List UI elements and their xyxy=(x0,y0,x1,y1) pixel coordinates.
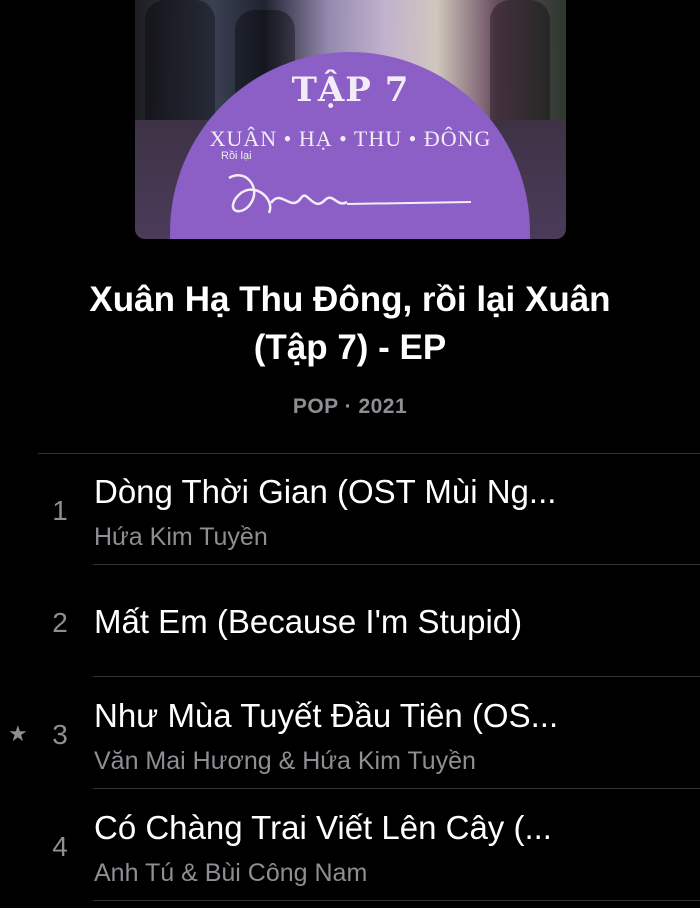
track-number: 1 xyxy=(52,495,68,526)
row-divider xyxy=(93,900,700,901)
track-title: Như Mùa Tuyết Đầu Tiên (OS... xyxy=(94,697,559,734)
track-title: Dòng Thời Gian (OST Mùi Ng... xyxy=(94,473,557,510)
track-row[interactable]: 2 Mất Em (Because I'm Stupid) xyxy=(0,565,700,677)
track-row[interactable]: 4 Có Chàng Trai Viết Lên Cây (... Anh Tú… xyxy=(0,789,700,901)
popular-star-icon: ★ xyxy=(8,721,28,746)
track-artist: Anh Tú & Bùi Công Nam xyxy=(94,859,368,887)
track-number: 3 xyxy=(52,719,68,750)
album-title-line-2: (Tập 7) - EP xyxy=(253,328,447,367)
artwork-episode-text: TẬP 7 xyxy=(291,70,410,110)
track-title: Mất Em (Because I'm Stupid) xyxy=(94,603,523,640)
track-number: 4 xyxy=(52,831,68,862)
track-row[interactable]: 1 Dòng Thời Gian (OST Mùi Ng... Hứa Kim … xyxy=(0,453,700,565)
track-number: 2 xyxy=(52,607,68,638)
artwork-seasons-text: XUÂN • HẠ • THU • ĐÔNG xyxy=(209,126,492,151)
album-genre-year: POP · 2021 xyxy=(292,395,408,418)
track-artist: Văn Mai Hương & Hứa Kim Tuyền xyxy=(94,747,476,775)
track-artist: Hứa Kim Tuyền xyxy=(94,523,268,551)
album-title: Xuân Hạ Thu Đông, rồi lại Xuân (Tập 7) -… xyxy=(0,276,700,372)
album-artwork[interactable]: TẬP 7 XUÂN • HẠ • THU • ĐÔNG Rồi lại xyxy=(135,0,566,239)
artwork-script-logo xyxy=(228,174,472,214)
track-row[interactable]: ★ 3 Như Mùa Tuyết Đầu Tiên (OS... Văn Ma… xyxy=(0,677,700,789)
track-title: Có Chàng Trai Viết Lên Cây (... xyxy=(94,809,552,846)
album-title-line-1: Xuân Hạ Thu Đông, rồi lại Xuân xyxy=(89,280,611,319)
track-list: 1 Dòng Thời Gian (OST Mùi Ng... Hứa Kim … xyxy=(0,453,700,901)
